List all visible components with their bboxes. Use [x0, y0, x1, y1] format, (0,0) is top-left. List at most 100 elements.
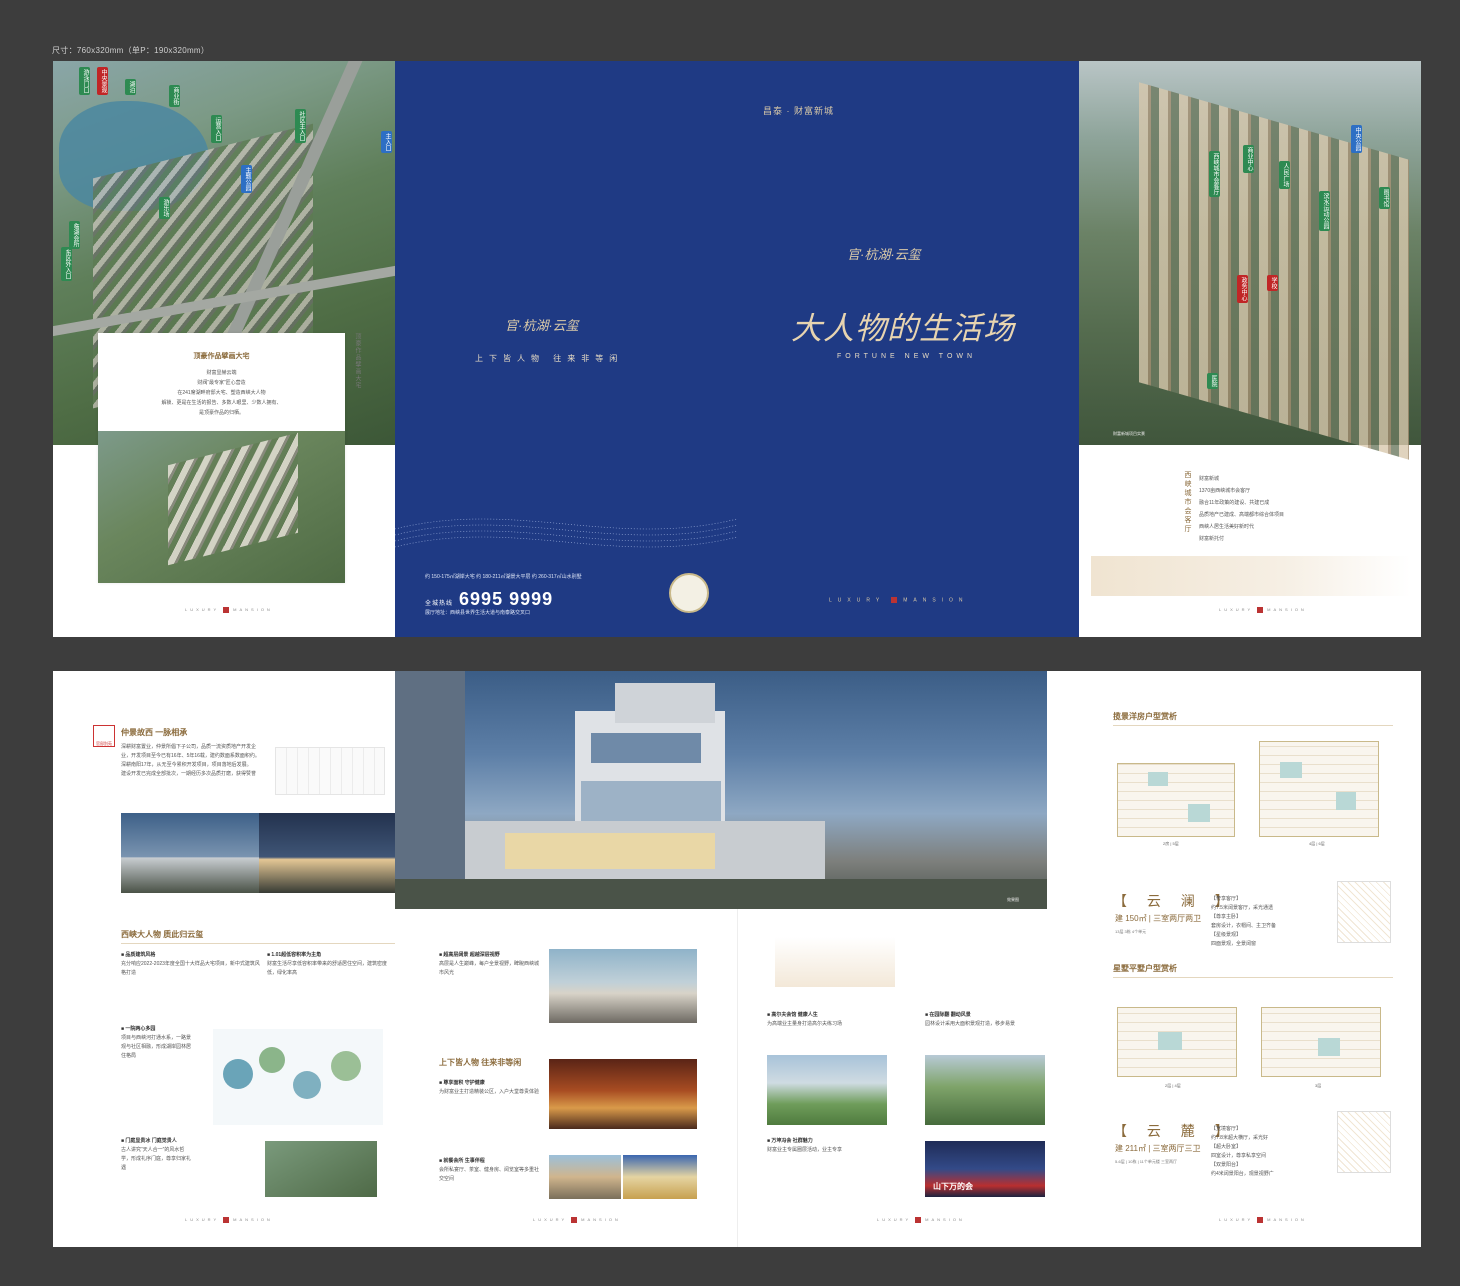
- map-tag: 商业中心: [1243, 145, 1254, 173]
- top-spread: 游泳门口 中央景观 湖泊 商业街 运营入口 社区主入口 主题公园 游乐场 临湖会…: [53, 61, 1421, 637]
- site-key-plan: [1337, 1111, 1391, 1173]
- feature-block: ■ 一院两心多园 项目与西峡河打通水系，一路景观与社区相融，形成湖岸园林居住格局: [121, 1026, 192, 1059]
- footer-mark: LUXURY MANSION: [533, 1217, 621, 1223]
- intro-text: 财富新城 1370亩西峡城市会客厅 融合11年政策的建设、共建已成 品质地产已建…: [1199, 476, 1285, 542]
- panel-cover-right: 昌泰 · 财富新城 官·杭湖·云玺 大人物的生活场 FORTUNE NEW TO…: [737, 61, 1079, 637]
- club-text: 山下万的会: [933, 1182, 973, 1191]
- map-tag: 中央景观: [97, 67, 108, 95]
- feature-block: ■ 尊享面积 守护健康 为财富业主打造精装公区，入户大堂尊贵体验: [439, 1080, 540, 1095]
- plan-label: 2房 | 5层: [1163, 841, 1179, 846]
- bottom-spread: 官邸别苑 仲景故西 一脉相承 深耕财富置业，仲景所倡下子公司，品质一流资质地产开…: [53, 671, 1421, 1247]
- size-label: 尺寸：760x320mm（单P：190x320mm）: [52, 46, 210, 55]
- feature-block: ■ 万坤冯会 社群魅力 财富业主专属圈层活动，业主专享: [767, 1138, 843, 1153]
- unit-note: 5-6层 | 10栋 | 11个单元楼 三室两厅: [1115, 1159, 1178, 1164]
- feature-block: ■ 品质建筑风格 充分响应2022-2023年度全国十大样品大宅项目，新中式建筑…: [121, 952, 260, 976]
- map-tag: 商业街: [169, 85, 180, 107]
- image-caption: 效果图: [1007, 897, 1019, 902]
- unit-note: 13层 3栋 4个单元: [1115, 929, 1147, 934]
- panel-cover-left: 官·杭湖·云玺 上下皆人物 往来非等闲 约 150-175㎡湖岸大宅 约 180…: [395, 61, 737, 637]
- info-card: 顶豪作品擘画大宅 财富显赫云端 财阀“最专家”匠心营造 在241席湖畔府邸大宅、…: [98, 333, 345, 583]
- amenity-photo-2: [623, 1155, 697, 1199]
- footer-mark: LUXURY MANSION: [185, 607, 273, 613]
- map-tag: 主题公园: [241, 165, 252, 193]
- unit-area: 建 211㎡ | 三室两厅三卫: [1115, 1144, 1201, 1153]
- footer-mark: LUXURY MANSION: [877, 1217, 965, 1223]
- wave-decoration: [395, 518, 737, 548]
- map-tag: 临湖会所: [69, 221, 80, 249]
- project-logo: 官·杭湖·云玺: [505, 318, 579, 333]
- feature-block: ■ 高尔夫会馆 健康人生 为高端业主量身打造高尔夫练习场: [767, 1012, 843, 1027]
- lounge-photo: [549, 949, 697, 1023]
- aerial-render-right: [1079, 61, 1421, 460]
- panel-aerial-left: 游泳门口 中央景观 湖泊 商业街 运营入口 社区主入口 主题公园 游乐场 临湖会…: [53, 61, 395, 637]
- building-sketch: [275, 747, 385, 795]
- image-caption: 财富新城项目实景: [1113, 431, 1145, 436]
- site-key-plan: [1337, 881, 1391, 943]
- map-tag: 东区外入口: [61, 247, 72, 281]
- vertical-title: 西峡城市会客厅: [1184, 471, 1191, 534]
- map-tag: 医院: [1207, 373, 1218, 389]
- seal-logo: [669, 573, 709, 613]
- slogan: 上下皆人物 往来非等闲: [475, 354, 624, 363]
- subtitle-en: FORTUNE NEW TOWN: [837, 353, 977, 360]
- feature-block: ■ 就餐会所 生事伴程 会所私宴厅、茶室、健身房、阅览室等多重社交空间: [439, 1158, 540, 1182]
- map-tag: 游乐场: [159, 197, 170, 219]
- villa-photo-1: [121, 813, 259, 893]
- panel-aerial-right: 西峡城市会客厅 中央公园 商业中心 人民广场 滨水运动公园 图书馆 政务中心 学…: [1079, 61, 1421, 637]
- floor-plan-3: [1117, 1007, 1237, 1077]
- footer-mark: LUXURY MANSION: [1219, 607, 1307, 613]
- map-tag: 中央公园: [1351, 125, 1362, 153]
- community-aerial: [265, 1141, 377, 1197]
- mountain-decoration: [775, 937, 895, 987]
- map-tag: 湖泊: [125, 79, 136, 95]
- unit-description: 【奢享客厅】 约7.5米阔景客厅，采光通透 【尊享主卧】 套房设计，衣帽间、主卫…: [1211, 896, 1277, 947]
- address: 展厅地址：西峡县世界生活大道与南泰路交叉口: [425, 610, 531, 616]
- plan-label: 2层 | 4层: [1165, 1083, 1181, 1088]
- floor-plan-2: [1259, 741, 1379, 837]
- map-tag: 主入口: [381, 131, 392, 153]
- card-line: 在241席湖畔府邸大宅、塑造西峡大人物: [177, 390, 266, 396]
- section-title: 西峡大人物 质此归云玺: [121, 930, 204, 939]
- club-event-photo: 山下万的会: [925, 1141, 1045, 1197]
- gold-rule: [1113, 725, 1393, 726]
- map-tag: 滨水运动公园: [1319, 191, 1330, 231]
- developer-logo: 昌泰 · 财富新城: [763, 106, 834, 116]
- map-tag: 政务中心: [1237, 275, 1248, 303]
- map-tag: 学校: [1267, 275, 1278, 291]
- clubhouse-photo: [549, 1059, 697, 1129]
- feature-block: ■ 门庭显贵冰 门庭觉贵人 古人讲究“天人合一”的风水哲学，形成礼序门庭，尊享归…: [121, 1138, 192, 1171]
- section-text: 深耕财富置业，仲景所倡下子公司，品质一流资质地产开发企 业，开发项目至今已有16…: [121, 744, 260, 777]
- gold-rule: [1113, 977, 1393, 978]
- footer-mark: LUXURY MANSION: [829, 597, 969, 604]
- plan-label: 3层: [1315, 1083, 1322, 1088]
- feature-block: ■ 1.01超低容积率为主角 财富生活尽享低容积率带来的舒适居住空间，建筑密度低…: [267, 952, 388, 976]
- landscape-diagram: [213, 1029, 383, 1125]
- unit-description: 【宽境客厅】 约7.8米超大横厅，采光好 【超大卧室】 四室设计，尊享私享空间 …: [1211, 1126, 1274, 1177]
- project-logo: 官·杭湖·云玺: [847, 247, 921, 262]
- map-tag: 人民广场: [1279, 161, 1290, 189]
- map-tag: 西峡城市会客厅: [1209, 151, 1220, 197]
- card-line: 解锁、更是在生活的报告、多数人眼里、少数人拥有、: [161, 400, 282, 406]
- card-line: 财富显赫云端: [206, 370, 237, 376]
- feature-block: ■ 超高层阔景 超越深层视野 高层是人生巅峰，每户全景视野，睥睨西峡城市风光: [439, 952, 540, 976]
- skyline-decoration: [1091, 556, 1411, 596]
- product-info: 约 150-175㎡湖岸大宅 约 180-211㎡湖景大平层 约 260-317…: [425, 574, 582, 580]
- golf-photo: [767, 1055, 887, 1125]
- section-title: 揽景洋房户型赏析: [1113, 712, 1177, 721]
- floor-plan-1: [1117, 763, 1235, 837]
- plan-label: 4层 | 6层: [1309, 841, 1325, 846]
- floor-plan-4: [1261, 1007, 1381, 1077]
- footer-mark: LUXURY MANSION: [185, 1217, 273, 1223]
- section-title: 仲景故西 一脉相承: [121, 728, 188, 737]
- brand-badge: 官邸别苑: [93, 725, 115, 747]
- hotline: 全城热线 6995 9999: [425, 589, 554, 609]
- map-tag: 社区主入口: [295, 109, 306, 143]
- amenity-photo-1: [549, 1155, 621, 1199]
- vertical-title: 顶豪作品擘画大宅: [354, 333, 360, 389]
- villa-photo-2: [259, 813, 395, 893]
- map-tag: 游泳门口: [79, 67, 90, 95]
- map-tag: 运营入口: [211, 115, 222, 143]
- mini-aerial-render: [98, 431, 345, 583]
- card-title: 顶豪作品擘画大宅: [193, 353, 250, 360]
- map-tag: 图书馆: [1379, 187, 1390, 209]
